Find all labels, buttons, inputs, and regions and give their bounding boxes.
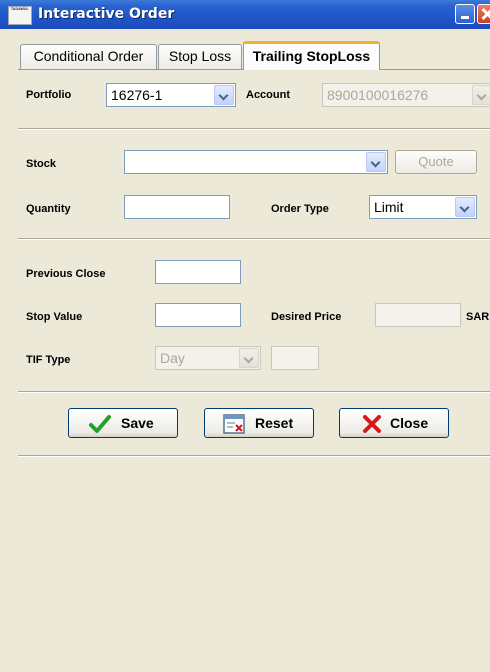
tif-type-label: TIF Type <box>26 354 71 366</box>
reset-form-icon <box>223 414 245 434</box>
app-logo-icon: TADAWUL <box>8 6 32 25</box>
section-divider <box>18 391 490 393</box>
stop-value-label: Stop Value <box>26 311 83 323</box>
title-bar[interactable]: TADAWUL Interactive Order <box>0 0 490 29</box>
reset-button-label: Reset <box>255 415 294 431</box>
tab-trailing-stoploss[interactable]: Trailing StopLoss <box>243 41 380 70</box>
currency-label: SAR <box>466 311 490 323</box>
quantity-label: Quantity <box>26 203 71 215</box>
account-value: 8900100016276 <box>327 87 429 103</box>
chevron-down-icon[interactable] <box>455 197 475 217</box>
section-divider <box>18 238 490 240</box>
checkmark-icon <box>89 415 111 433</box>
chevron-down-icon[interactable] <box>239 348 259 368</box>
app-logo-text: TADAWUL <box>10 7 29 12</box>
previous-close-label: Previous Close <box>26 268 106 280</box>
desired-price-input[interactable] <box>375 303 461 327</box>
tab-conditional-order[interactable]: Conditional Order <box>20 44 157 69</box>
trailing-stoploss-panel: Portfolio 16276-1 Account 8900100016276 … <box>18 70 490 672</box>
close-x-icon <box>363 415 381 433</box>
order-type-label: Order Type <box>271 203 329 215</box>
interactive-order-window: TADAWUL Interactive Order Conditional Or… <box>0 0 490 672</box>
minimize-icon[interactable] <box>455 4 475 24</box>
account-select[interactable]: 8900100016276 <box>322 83 490 107</box>
previous-close-input[interactable] <box>155 260 241 284</box>
account-label: Account <box>246 89 290 101</box>
quote-button[interactable]: Quote <box>395 150 477 174</box>
quantity-input[interactable] <box>124 195 230 219</box>
close-window-icon[interactable] <box>477 4 490 24</box>
section-divider <box>18 455 490 457</box>
chevron-down-icon[interactable] <box>472 85 490 105</box>
close-button[interactable]: Close <box>339 408 449 438</box>
save-button-label: Save <box>121 415 154 431</box>
portfolio-select[interactable]: 16276-1 <box>106 83 236 107</box>
tif-type-select[interactable]: Day <box>155 346 261 370</box>
save-button[interactable]: Save <box>68 408 178 438</box>
section-divider <box>18 128 490 130</box>
window-title: Interactive Order <box>38 6 175 22</box>
stock-select[interactable] <box>124 150 388 174</box>
stop-value-input[interactable] <box>155 303 241 327</box>
desired-price-label: Desired Price <box>271 311 342 323</box>
tab-bar: Conditional Order Stop Loss Trailing Sto… <box>0 29 490 70</box>
portfolio-value: 16276-1 <box>111 87 163 103</box>
order-type-value: Limit <box>374 199 404 215</box>
tif-days-input[interactable] <box>271 346 319 370</box>
tab-stop-loss[interactable]: Stop Loss <box>158 44 242 69</box>
portfolio-label: Portfolio <box>26 89 72 101</box>
chevron-down-icon[interactable] <box>214 85 234 105</box>
order-type-select[interactable]: Limit <box>369 195 477 219</box>
tif-type-value: Day <box>160 350 185 366</box>
stock-label: Stock <box>26 158 56 170</box>
close-button-label: Close <box>390 415 429 431</box>
chevron-down-icon[interactable] <box>366 152 386 172</box>
reset-button[interactable]: Reset <box>204 408 314 438</box>
